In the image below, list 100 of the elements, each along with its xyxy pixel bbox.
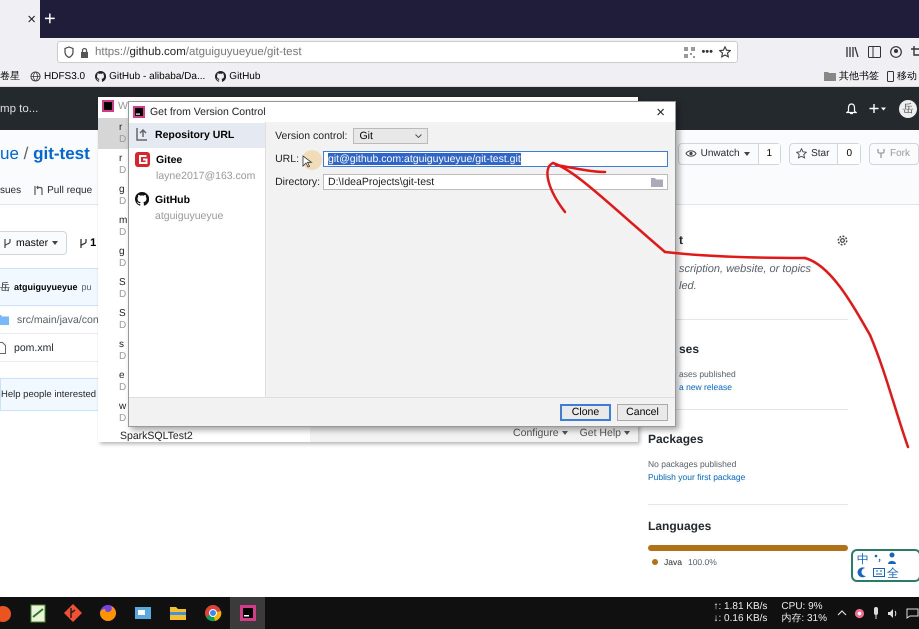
star-icon — [796, 148, 808, 159]
speaker-icon[interactable] — [887, 608, 899, 618]
github-icon — [215, 70, 226, 82]
chevron-down-icon — [415, 134, 422, 138]
globe-icon — [30, 70, 41, 82]
menu-link[interactable]: Configure — [513, 427, 568, 439]
section-heading: t — [679, 233, 683, 247]
bookmark[interactable]: HDFS3.0 — [30, 70, 86, 82]
star-icon[interactable] — [719, 46, 731, 58]
chevron-up-icon[interactable] — [837, 610, 847, 616]
language-name: Java — [664, 557, 682, 567]
menu-link[interactable]: Get Help — [580, 427, 630, 439]
new-tab-button[interactable]: + — [42, 0, 56, 38]
shield-icon — [64, 46, 74, 58]
packages-text: No packages published — [648, 458, 738, 471]
repo-tab[interactable]: sues — [0, 184, 22, 196]
bookmark[interactable]: GitHub — [215, 70, 260, 82]
section-heading: ses — [679, 342, 700, 356]
settings-icon[interactable] — [837, 234, 848, 246]
punctuation-icon[interactable] — [873, 552, 883, 564]
version-control-dropdown[interactable]: Git — [353, 128, 428, 144]
upload-arrow-icon — [135, 127, 149, 141]
url-text: https://github.com/atguiguyueyue/git-test — [95, 46, 303, 58]
address-bar[interactable]: https://github.com/atguiguyueyue/git-test ••• — [57, 41, 738, 63]
cursor-icon — [302, 155, 313, 168]
sidebar-icon[interactable] — [868, 46, 881, 58]
branch-dropdown[interactable]: master — [0, 231, 68, 255]
source-item[interactable]: GitHub atguiguyueyue — [129, 188, 266, 228]
eye-icon — [684, 149, 697, 158]
repo-action-button[interactable]: Star 0 — [789, 142, 861, 164]
library-icon[interactable] — [846, 46, 859, 58]
fork-icon — [876, 148, 886, 159]
dialog-button[interactable]: Cancel — [617, 404, 668, 420]
section-heading: Languages — [648, 519, 712, 533]
ime-width-mode[interactable]: 全 — [887, 566, 903, 580]
bookmark[interactable]: 卷星 — [0, 69, 20, 83]
window-title: W — [118, 100, 128, 112]
file-name[interactable]: pom.xml — [14, 342, 54, 354]
phone-icon — [887, 70, 894, 82]
tab-close-button[interactable]: × — [0, 0, 40, 38]
releases-text: ases published — [679, 368, 737, 381]
pull-request-icon — [33, 184, 44, 196]
dialog-button[interactable]: Clone — [560, 404, 611, 420]
lock-icon — [80, 46, 89, 58]
github-icon — [95, 70, 106, 82]
search-field[interactable]: mp to... — [0, 102, 38, 114]
gitee-logo-icon — [135, 152, 150, 167]
ime-mode[interactable]: 中 — [857, 552, 873, 566]
field-label: Directory: — [275, 176, 320, 188]
directory-field[interactable]: D:\IdeaProjects\git-test — [323, 174, 668, 190]
app-logo-icon — [133, 106, 145, 118]
branch-icon — [79, 238, 88, 248]
source-item[interactable]: Repository URL — [129, 123, 266, 148]
create-release-link[interactable]: a new release — [679, 381, 848, 394]
commit-author[interactable]: atguiguyueyue — [14, 282, 78, 292]
upload-speed: ↑: 1.81 KB/s — [714, 601, 768, 613]
repo-tab[interactable]: Pull reque — [33, 184, 92, 196]
file-name[interactable]: src/main/java/con — [17, 314, 99, 326]
user-icon[interactable] — [887, 552, 897, 564]
repo-action-button[interactable]: Unwatch 1 — [678, 142, 782, 164]
field-label: Version control: — [275, 130, 348, 142]
avatar[interactable]: 岳 — [899, 100, 917, 118]
moon-icon[interactable] — [857, 566, 867, 578]
url-field[interactable]: git@github.com:atguiguyueyue/git-test.git — [323, 151, 668, 167]
bookmark[interactable]: 其他书签 — [824, 69, 879, 83]
about-description: scription, website, or topics — [679, 262, 812, 277]
page-actions-button[interactable]: ••• — [701, 46, 713, 58]
qr-code-icon[interactable] — [684, 46, 696, 58]
bell-icon[interactable] — [846, 102, 857, 114]
plus-dropdown-icon[interactable] — [869, 103, 887, 114]
section-heading: Packages — [648, 432, 704, 446]
branch-icon — [3, 238, 12, 248]
input-method-toolbar[interactable]: 中 全 — [851, 549, 919, 582]
bookmark[interactable]: GitHub - alibaba/Da... — [95, 70, 206, 82]
account-icon[interactable] — [890, 46, 902, 58]
branch-count[interactable]: 1 — [79, 237, 96, 249]
caret-icon — [744, 152, 750, 156]
app-logo-icon — [102, 100, 114, 112]
commit-message: pu — [82, 282, 92, 292]
avatar: 岳 — [0, 280, 10, 294]
bookmark[interactable]: 移动 — [887, 69, 917, 83]
folder-icon — [824, 71, 836, 81]
flower-icon[interactable] — [854, 608, 865, 618]
about-description: led. — [679, 279, 698, 294]
cpu-usage: CPU: 9% — [781, 601, 824, 612]
source-item[interactable]: Gitee layne2017@163.com — [129, 148, 266, 188]
keyboard-icon[interactable] — [873, 566, 885, 578]
close-button[interactable]: × — [646, 104, 675, 120]
download-speed: ↓: 0.16 KB/s — [714, 613, 768, 625]
field-label: URL: — [275, 153, 299, 165]
language-percent: 100.0% — [688, 557, 717, 567]
recent-project[interactable]: SparkSQLTest2 — [98, 430, 310, 442]
caret-icon — [562, 431, 568, 435]
microphone-icon[interactable] — [872, 607, 880, 619]
github-icon — [135, 192, 149, 206]
banner-text: Help people interested — [1, 389, 96, 400]
caret-icon — [624, 431, 630, 435]
publish-package-link[interactable]: Publish your first package — [648, 471, 848, 484]
notification-icon[interactable] — [906, 608, 919, 618]
memory-usage: 内存: 31% — [781, 613, 827, 625]
